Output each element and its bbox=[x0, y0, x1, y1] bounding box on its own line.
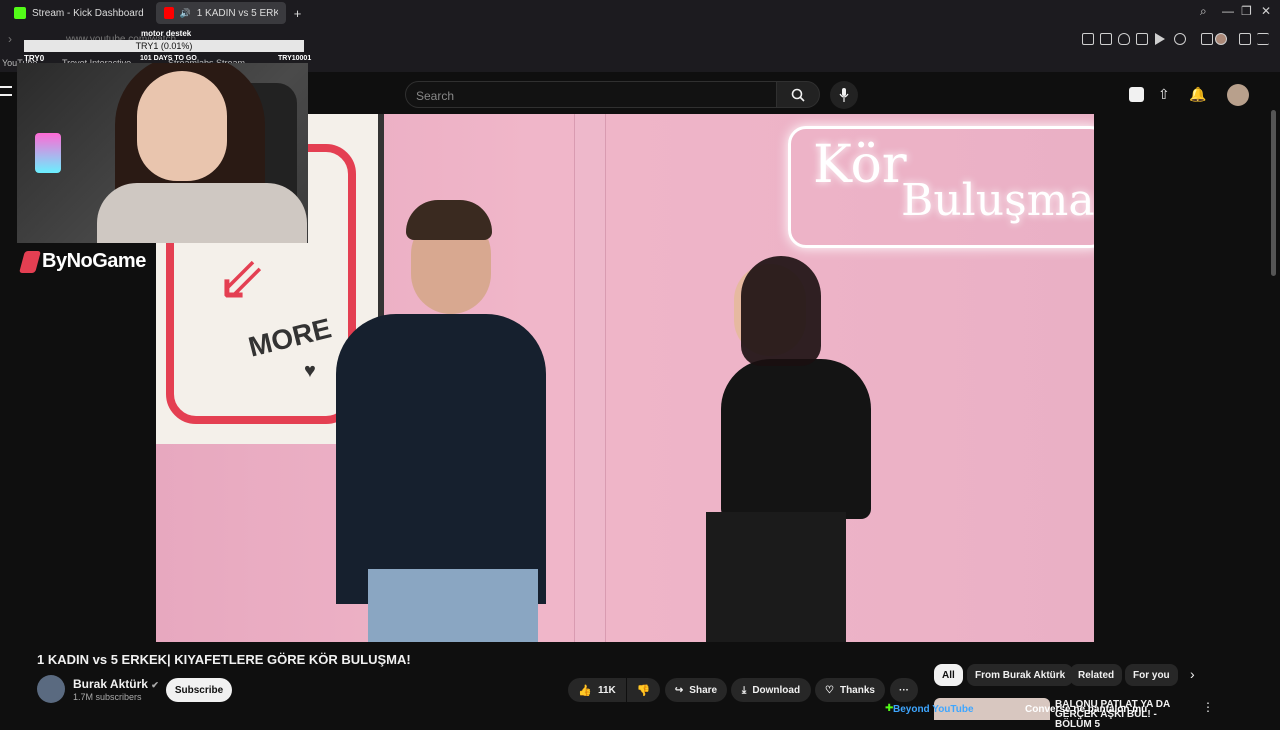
donation-left-value: TRY0 bbox=[24, 54, 45, 63]
translate-icon[interactable] bbox=[1136, 33, 1148, 45]
search-placeholder: Search bbox=[416, 89, 455, 103]
ticker-blue-text: Beyond YouTube bbox=[893, 704, 974, 715]
streamer-webcam bbox=[17, 63, 308, 243]
kick-icon bbox=[14, 7, 26, 19]
subscriber-count: 1.7M subscribers bbox=[73, 692, 142, 702]
tab-youtube-video[interactable]: 🔊 1 KADIN vs 5 ERKEK| bbox=[155, 2, 286, 24]
thanks-heart-icon: ♡ bbox=[825, 684, 834, 696]
download-button[interactable]: ⤓ Download bbox=[731, 678, 811, 702]
bynogame-logo-icon bbox=[19, 250, 41, 273]
dislike-button[interactable]: 👎 bbox=[627, 678, 660, 702]
chip-from-channel[interactable]: From Burak Aktürk bbox=[967, 664, 1074, 686]
webcam-face bbox=[137, 71, 227, 181]
speaker-icon: 🔊 bbox=[179, 7, 191, 18]
extensions-icon[interactable] bbox=[1201, 33, 1213, 45]
donation-right-value: TRY10001 bbox=[278, 55, 312, 62]
restore-icon[interactable]: ❐ bbox=[1241, 4, 1252, 18]
heart-icon[interactable] bbox=[1174, 33, 1186, 45]
recommended-more-icon[interactable]: ⋮ bbox=[1202, 700, 1214, 714]
hamburger-menu-icon[interactable] bbox=[0, 86, 12, 96]
overlay-top-label: motor destek bbox=[141, 29, 192, 38]
channel-avatar[interactable] bbox=[37, 675, 65, 703]
search-icon bbox=[791, 88, 805, 102]
chip-for-you[interactable]: For you bbox=[1125, 664, 1178, 686]
search-tabs-icon[interactable]: ⌕ bbox=[1200, 4, 1207, 19]
more-actions-button[interactable]: ··· bbox=[890, 678, 918, 702]
shield-icon[interactable] bbox=[1118, 33, 1130, 45]
download-icon[interactable] bbox=[1239, 33, 1251, 45]
channel-name[interactable]: Burak Aktürk ✔ bbox=[73, 677, 159, 691]
neon-line1: Kör bbox=[813, 135, 907, 195]
more-icon: ··· bbox=[899, 684, 909, 696]
new-tab-button[interactable]: + bbox=[286, 2, 310, 24]
bookmark-icon[interactable] bbox=[1082, 33, 1094, 45]
youtube-icon bbox=[163, 7, 174, 19]
download-icon: ⤓ bbox=[741, 684, 747, 696]
thanks-button[interactable]: ♡ Thanks bbox=[815, 678, 885, 702]
neon-line2: Buluşma bbox=[901, 175, 1094, 226]
play-icon[interactable] bbox=[1155, 33, 1165, 45]
like-button[interactable]: 👍 11K bbox=[568, 678, 626, 702]
search-button[interactable] bbox=[776, 81, 820, 108]
upload-icon[interactable]: ⇧ bbox=[1158, 86, 1170, 103]
donation-progress-label: TRY1 (0.01%) bbox=[135, 41, 193, 51]
ticker-white-text: Converse ne pantalon mu bbox=[1025, 704, 1148, 715]
close-window-icon[interactable]: ✕ bbox=[1261, 4, 1271, 18]
video-title: 1 KADIN vs 5 ERKEK| KIYAFETLERE GÖRE KÖR… bbox=[37, 652, 411, 667]
donation-middle-value: 101 DAYS TO GO bbox=[140, 55, 197, 62]
share-button[interactable]: ↪ Share bbox=[665, 678, 727, 702]
tab-label: Stream - Kick Dashboard bbox=[32, 7, 144, 19]
webcam-light bbox=[35, 133, 61, 173]
man-figure bbox=[336, 314, 546, 604]
man-jeans bbox=[368, 569, 538, 642]
page-scrollbar[interactable] bbox=[1271, 110, 1276, 276]
wall-panel bbox=[574, 114, 606, 642]
thumbs-down-icon: 👎 bbox=[636, 684, 651, 697]
sign-heart-icon: ♥ bbox=[304, 360, 316, 382]
woman-figure bbox=[721, 359, 871, 519]
tab-label: 1 KADIN vs 5 ERKEK| bbox=[196, 7, 278, 19]
verified-icon: ✔ bbox=[151, 680, 159, 690]
search-input[interactable]: Search bbox=[405, 81, 777, 108]
webcam-body bbox=[97, 183, 307, 243]
microphone-icon bbox=[839, 88, 849, 102]
create-icon[interactable] bbox=[1129, 87, 1144, 102]
back-icon[interactable]: › bbox=[8, 32, 12, 46]
tab-kick-dashboard[interactable]: Stream - Kick Dashboard bbox=[6, 2, 152, 24]
chip-related[interactable]: Related bbox=[1070, 664, 1123, 686]
like-count: 11K bbox=[597, 684, 616, 696]
sponsor-name: ByNoGame bbox=[42, 250, 146, 272]
subscribe-button[interactable]: Subscribe bbox=[166, 678, 232, 702]
voice-search-button[interactable] bbox=[830, 81, 858, 109]
account-avatar[interactable] bbox=[1227, 84, 1249, 106]
thumbs-up-icon: 👍 bbox=[578, 684, 592, 697]
browser-tab-bar: Stream - Kick Dashboard 🔊 1 KADIN vs 5 E… bbox=[0, 0, 1280, 26]
notifications-bell-icon[interactable]: 🔔 bbox=[1189, 86, 1206, 103]
chip-all[interactable]: All bbox=[934, 664, 963, 686]
menu-icon[interactable] bbox=[1257, 33, 1269, 45]
screenshot-icon[interactable] bbox=[1100, 33, 1112, 45]
share-icon: ↪ bbox=[674, 684, 684, 696]
neon-sign: Kör Buluşma bbox=[788, 126, 1094, 248]
sign-arrow-icon: ⇙ bbox=[216, 245, 267, 312]
chevron-right-icon[interactable]: › bbox=[1190, 666, 1195, 682]
minimize-icon[interactable]: — bbox=[1222, 4, 1234, 18]
woman-hair bbox=[741, 256, 821, 366]
donation-progress-bar: TRY1 (0.01%) bbox=[24, 40, 304, 52]
man-hair bbox=[406, 200, 492, 240]
woman-jeans bbox=[706, 512, 846, 642]
profile-icon[interactable] bbox=[1215, 33, 1227, 45]
sponsor-logo: ByNoGame bbox=[19, 250, 146, 273]
